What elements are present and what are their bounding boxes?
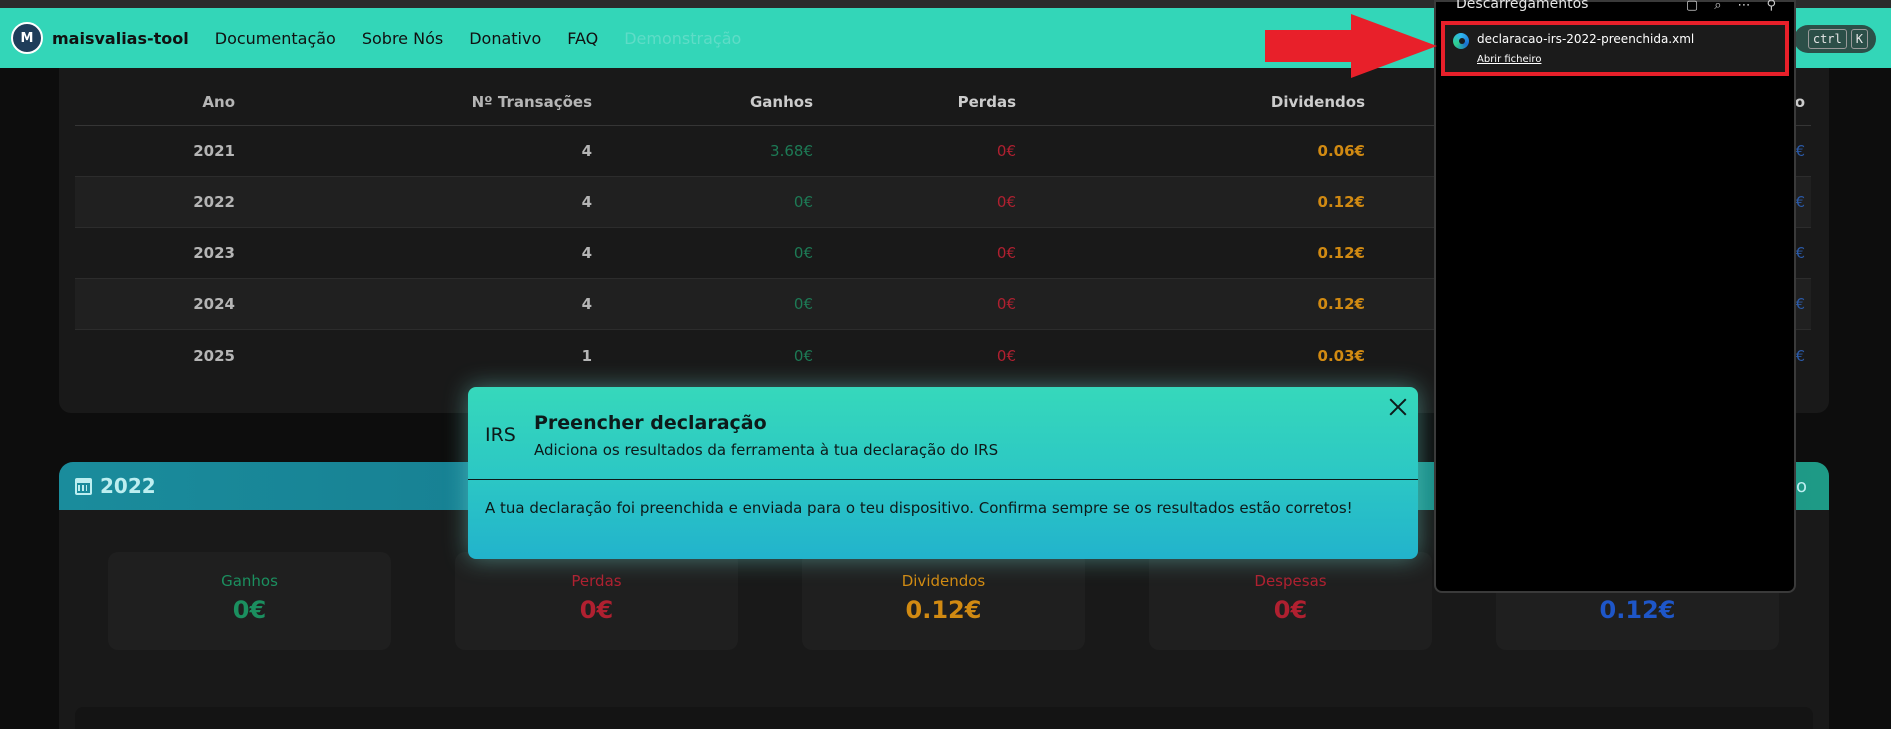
open-file-link[interactable]: Abrir ficheiro	[1477, 54, 1541, 65]
cell-perdas: 0€	[996, 193, 1016, 211]
cell-transacoes: 4	[581, 142, 592, 160]
stat-card-despesas: Despesas 0€	[1149, 552, 1432, 650]
cell-dividendos: 0.12€	[1317, 295, 1365, 313]
cell-ano: 2022	[193, 193, 235, 211]
cell-ano: 2024	[193, 295, 235, 313]
cell-dividendos: 0.12€	[1317, 193, 1365, 211]
stat-value: 0€	[1273, 596, 1308, 624]
logo-text: M	[20, 30, 34, 46]
fill-declaration-modal: IRS Preencher declaração Adiciona os res…	[468, 387, 1418, 559]
year-title: 2022	[100, 474, 156, 498]
cell-perdas: 0€	[996, 244, 1016, 262]
cell-ganhos: 0€	[793, 346, 813, 365]
cell-transacoes: 4	[581, 193, 592, 211]
cell-ganhos: 3.68€	[770, 142, 813, 160]
cell-transacoes: 4	[581, 244, 592, 262]
stat-value: 0.12€	[1599, 596, 1676, 624]
nav-link-faq[interactable]: FAQ	[567, 29, 598, 48]
cell-perdas: 0€	[996, 142, 1016, 160]
downloads-toolbar: ▢ ⌕ ⋯ ⚲	[1686, 0, 1776, 13]
cell-transacoes: 4	[581, 295, 592, 313]
header-ganhos: Ganhos	[749, 92, 813, 111]
downloads-title: Descarregamentos	[1456, 0, 1589, 12]
bottom-panel	[75, 707, 1813, 729]
search-shortcut-button[interactable]: ctrl K	[1794, 25, 1876, 53]
cell-perdas: 0€	[996, 346, 1016, 365]
pin-icon[interactable]: ⚲	[1766, 0, 1776, 13]
edge-icon	[1453, 33, 1469, 49]
download-file-name[interactable]: declaracao-irs-2022-preenchida.xml	[1477, 32, 1694, 46]
arrow-shape	[1265, 14, 1437, 78]
logo[interactable]: M	[11, 22, 43, 54]
nav-link-documentacao[interactable]: Documentação	[215, 29, 336, 48]
cell-ganhos: 0€	[793, 244, 813, 262]
modal-body-text: A tua declaração foi preenchida e enviad…	[485, 499, 1353, 517]
header-dividendos: Dividendos	[1270, 92, 1365, 111]
cell-ano: 2025	[193, 346, 235, 365]
download-item[interactable]: declaracao-irs-2022-preenchida.xml Abrir…	[1441, 21, 1789, 76]
year-header-partial: o	[1795, 475, 1807, 497]
stat-label: Despesas	[1254, 572, 1327, 590]
kbd-ctrl: ctrl	[1807, 29, 1847, 49]
stat-card-dividendos: Dividendos 0.12€	[802, 552, 1085, 650]
more-icon[interactable]: ⋯	[1737, 0, 1750, 13]
cell-perdas: 0€	[996, 295, 1016, 313]
calendar-icon	[75, 477, 92, 495]
header-ano: Ano	[202, 92, 235, 111]
search-icon[interactable]: ⌕	[1714, 0, 1721, 13]
stat-value: 0€	[579, 596, 614, 624]
cell-ano: 2023	[193, 244, 235, 262]
modal-divider	[468, 479, 1418, 480]
irs-icon: IRS	[485, 424, 516, 446]
kbd-k: K	[1850, 29, 1868, 49]
stat-label: Perdas	[571, 572, 622, 590]
stat-value: 0.12€	[905, 596, 982, 624]
cell-transacoes: 1	[581, 346, 592, 365]
modal-title: Preencher declaração	[534, 412, 767, 434]
nav-link-sobre-nos[interactable]: Sobre Nós	[362, 29, 443, 48]
brand-name[interactable]: maisvalias-tool	[52, 29, 189, 48]
cell-ano: 2021	[193, 142, 235, 160]
stat-label: Ganhos	[221, 572, 278, 590]
cell-ganhos: 0€	[793, 193, 813, 211]
stat-card-ganhos: Ganhos 0€	[108, 552, 391, 650]
cell-dividendos: 0.06€	[1317, 142, 1365, 160]
nav-link-demonstracao[interactable]: Demonstração	[624, 29, 741, 48]
cell-ganhos: 0€	[793, 295, 813, 313]
nav-link-donativo[interactable]: Donativo	[469, 29, 541, 48]
stat-card-perdas: Perdas 0€	[455, 552, 738, 650]
folder-icon[interactable]: ▢	[1686, 0, 1698, 13]
cell-dividendos: 0.03€	[1317, 346, 1365, 365]
header-perdas: Perdas	[957, 92, 1016, 111]
modal-subtitle: Adiciona os resultados da ferramenta à t…	[534, 441, 999, 459]
close-icon[interactable]	[1388, 397, 1408, 417]
stat-value: 0€	[232, 596, 267, 624]
red-arrow-annotation	[1265, 14, 1437, 78]
downloads-panel: Descarregamentos ▢ ⌕ ⋯ ⚲ declaracao-irs-…	[1434, 0, 1796, 593]
stat-label: Dividendos	[901, 572, 986, 590]
cell-dividendos: 0.12€	[1317, 244, 1365, 262]
header-transacoes: Nº Transações	[471, 92, 592, 111]
